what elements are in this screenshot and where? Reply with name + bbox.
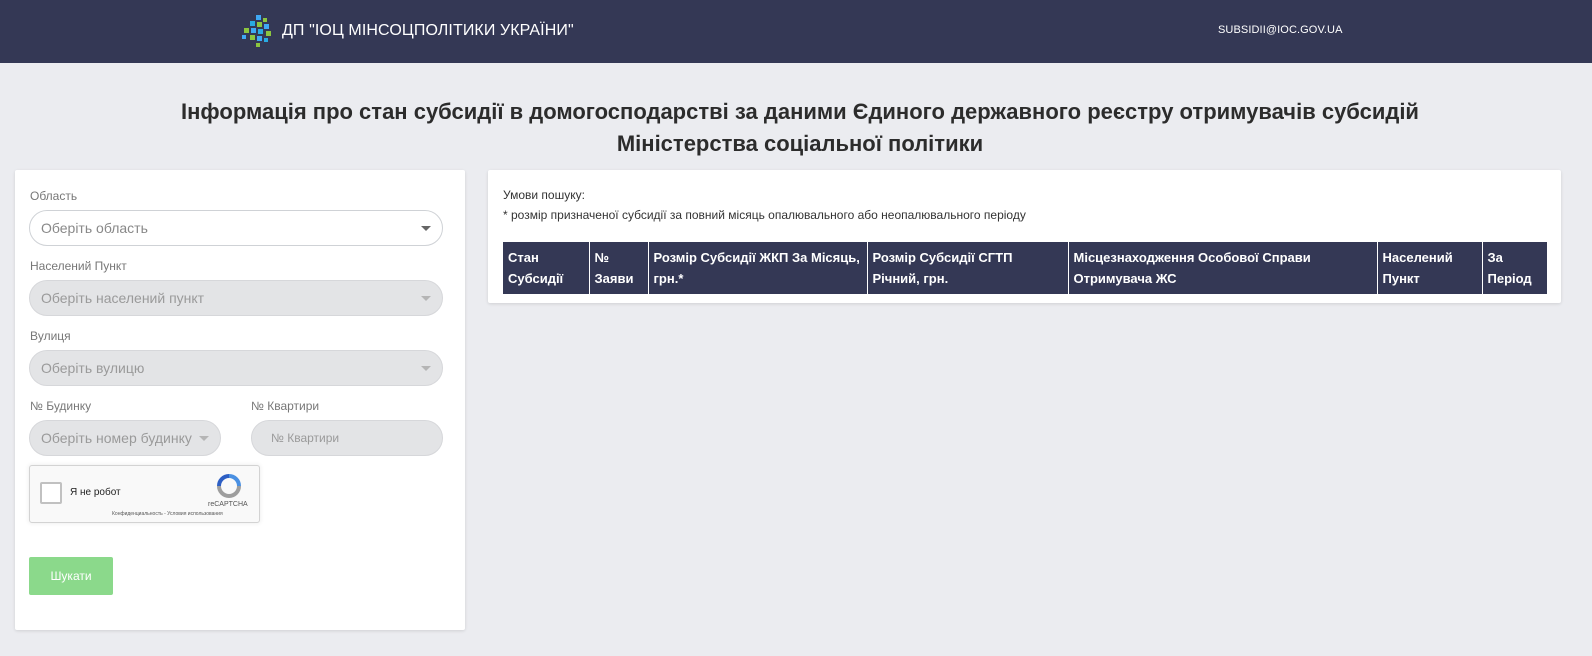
street-label: Вулиця bbox=[30, 329, 71, 343]
chevron-down-icon bbox=[199, 436, 209, 441]
page-title: Інформація про стан субсидії в домогоспо… bbox=[0, 96, 1592, 160]
recaptcha-brand: reCAPTCHA bbox=[208, 501, 248, 508]
results-table: Стан Субсидії № Заяви Розмір Субсидії ЖК… bbox=[503, 242, 1547, 294]
settlement-label: Населений Пункт bbox=[30, 259, 127, 273]
table-header-row: Стан Субсидії № Заяви Розмір Субсидії ЖК… bbox=[503, 242, 1547, 294]
settlement-select-value: Оберіть населений пункт bbox=[41, 290, 205, 306]
org-name: ДП "ІОЦ МІНСОЦПОЛІТИКИ УКРАЇНИ" bbox=[282, 22, 574, 39]
house-select-value: Оберіть номер будинку bbox=[41, 430, 192, 446]
house-label: № Будинку bbox=[30, 399, 92, 413]
settlement-select[interactable]: Оберіть населений пункт bbox=[29, 280, 443, 316]
page-title-line-2: Міністерства соціальної політики bbox=[616, 131, 984, 156]
chevron-down-icon bbox=[421, 366, 431, 371]
apartment-input-placeholder: № Квартири bbox=[271, 431, 340, 445]
contact-email-link[interactable]: SUBSIDII@IOC.GOV.UA bbox=[1218, 24, 1343, 36]
street-select[interactable]: Оберіть вулицю bbox=[29, 350, 443, 386]
column-header-monthly-subsidy: Розмір Субсидії ЖКП За Місяць, грн.* bbox=[648, 242, 868, 294]
house-select[interactable]: Оберіть номер будинку bbox=[29, 420, 221, 456]
column-header-annual-subsidy: Розмір Субсидії СГТП Річний, грн. bbox=[867, 242, 1069, 294]
column-header-period: За Період bbox=[1482, 242, 1547, 294]
region-label: Область bbox=[30, 189, 78, 203]
search-form-panel: Область Оберіть область Населений Пункт … bbox=[15, 170, 465, 630]
street-select-value: Оберіть вулицю bbox=[41, 360, 145, 376]
apartment-input[interactable]: № Квартири bbox=[251, 420, 443, 456]
chevron-down-icon bbox=[421, 226, 431, 231]
column-header-settlement: Населений Пункт bbox=[1377, 242, 1483, 294]
region-select-value: Оберіть область bbox=[41, 220, 148, 236]
search-conditions-title: Умови пошуку: bbox=[503, 188, 585, 202]
results-panel: Умови пошуку: * розмір призначеної субси… bbox=[488, 170, 1561, 303]
pixel-grid-logo-icon bbox=[242, 15, 271, 47]
brand[interactable]: ДП "ІОЦ МІНСОЦПОЛІТИКИ УКРАЇНИ" bbox=[242, 15, 574, 47]
recaptcha-label: Я не робот bbox=[70, 487, 121, 498]
apartment-label: № Квартири bbox=[251, 399, 320, 413]
column-header-status: Стан Субсидії bbox=[503, 242, 590, 294]
recaptcha-widget: Я не робот reCAPTCHA Конфиденциальность … bbox=[29, 465, 260, 523]
region-select[interactable]: Оберіть область bbox=[29, 210, 443, 246]
page-title-line-1: Інформація про стан субсидії в домогоспо… bbox=[181, 99, 1419, 124]
chevron-down-icon bbox=[421, 296, 431, 301]
recaptcha-checkbox[interactable] bbox=[40, 482, 62, 504]
recaptcha-links[interactable]: Конфиденциальность - Условия использован… bbox=[112, 511, 223, 517]
column-header-case-location: Місцезнаходження Особової Справи Отримув… bbox=[1068, 242, 1378, 294]
column-header-application-number: № Заяви bbox=[589, 242, 649, 294]
search-button[interactable]: Шукати bbox=[29, 557, 113, 595]
search-conditions-note: * розмір призначеної субсидії за повний … bbox=[503, 208, 1026, 222]
top-header: ДП "ІОЦ МІНСОЦПОЛІТИКИ УКРАЇНИ" SUBSIDII… bbox=[0, 0, 1592, 63]
recaptcha-logo-icon bbox=[217, 474, 241, 498]
